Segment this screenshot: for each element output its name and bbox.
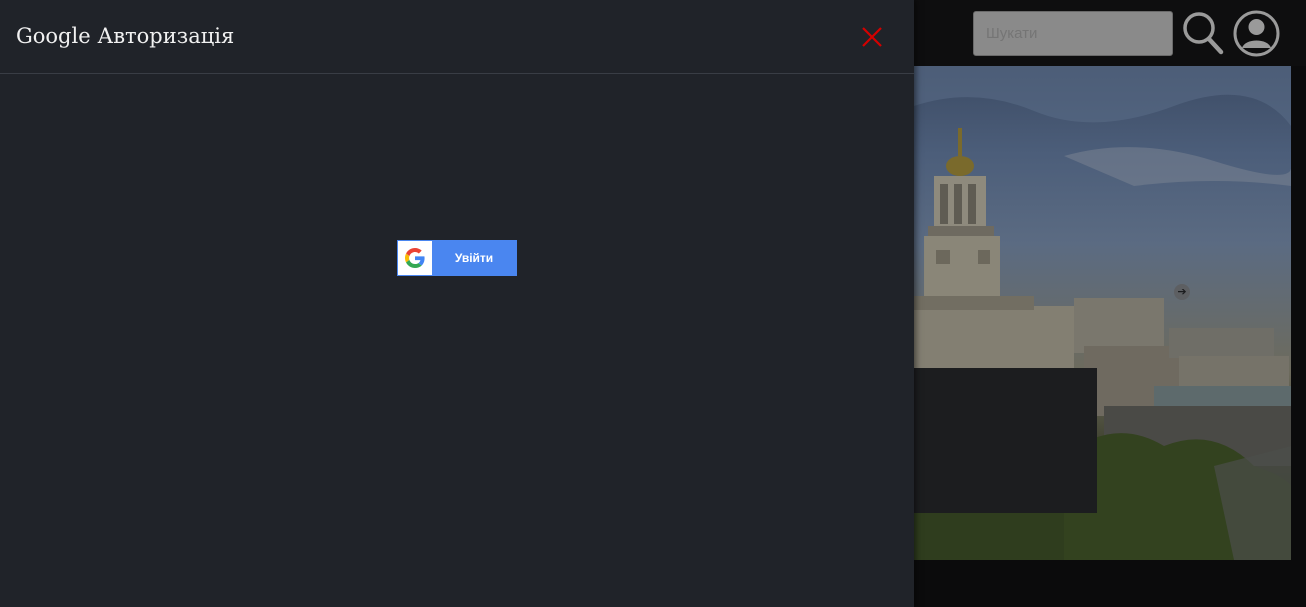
arrow-right-circle-icon[interactable]: ➔: [1174, 284, 1190, 300]
dialog-header: Google Авторизація: [0, 0, 914, 74]
dialog-title: Google Авторизація: [16, 24, 235, 48]
page-gutter: [1291, 66, 1306, 560]
hero-caption-box: [914, 368, 1097, 513]
google-icon: [398, 241, 432, 275]
google-sign-in-button[interactable]: Увійти: [397, 240, 517, 276]
close-icon[interactable]: [860, 25, 884, 49]
google-sign-in-label: Увійти: [454, 251, 494, 265]
google-auth-dialog: Google Авторизація Увійти: [0, 0, 914, 607]
search-icon[interactable]: [1182, 11, 1224, 55]
user-account-icon[interactable]: [1233, 10, 1280, 57]
search-input[interactable]: [973, 11, 1173, 56]
